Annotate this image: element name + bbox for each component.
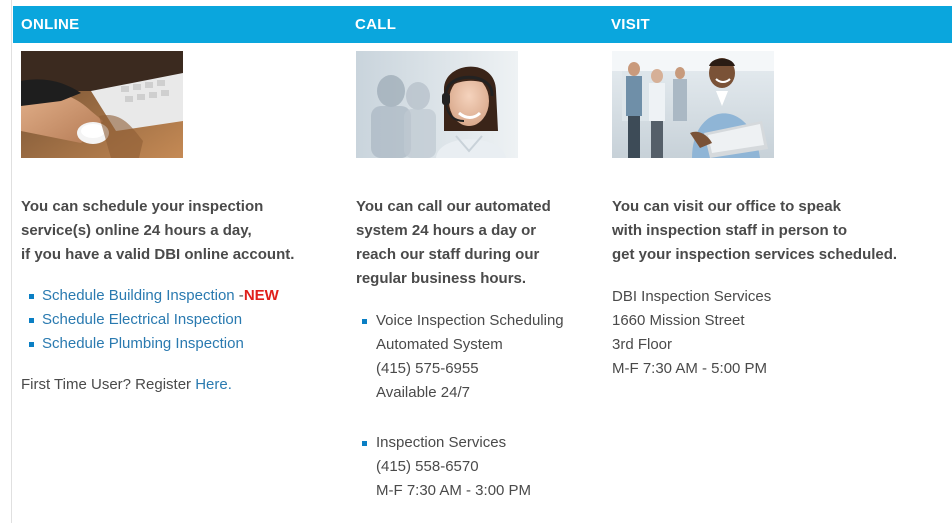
register-here-link[interactable]: Here. — [195, 376, 232, 393]
ivr-title: Voice Inspection Scheduling — [376, 312, 564, 329]
online-intro: You can schedule your inspection service… — [21, 195, 331, 267]
schedule-electrical-inspection-link[interactable]: Schedule Electrical Inspection — [42, 311, 242, 328]
online-intro-line-1: You can schedule your inspection — [21, 198, 264, 215]
call-intro-line-3: reach our staff during our — [356, 246, 540, 263]
ivr-phone: (415) 575-6955 — [376, 360, 479, 377]
ivr-system: Automated System — [376, 336, 503, 353]
schedule-plumbing-inspection-link[interactable]: Schedule Plumbing Inspection — [42, 335, 244, 352]
online-photo — [21, 51, 183, 158]
call-photo — [356, 51, 518, 158]
call-intro-line-2: system 24 hours a day or — [356, 222, 537, 239]
staff-phone: (415) 558-6570 — [376, 458, 479, 475]
visit-intro-line-2: with inspection staff in person to — [612, 222, 848, 239]
staff-block: Inspection Services (415) 558-6570 M-F 7… — [362, 431, 596, 503]
bullet-square-icon — [362, 441, 367, 446]
online-intro-line-2: service(s) online 24 hours a day, — [21, 222, 252, 239]
online-links-list: Schedule Building Inspection -NEW Schedu… — [22, 284, 332, 356]
office-floor: 3rd Floor — [612, 336, 673, 353]
visit-intro-line-1: You can visit our office to speak — [612, 198, 841, 215]
office-name: DBI Inspection Services — [612, 288, 772, 305]
list-item: Schedule Building Inspection -NEW — [22, 284, 332, 308]
call-intro: You can call our automated system 24 hou… — [356, 195, 596, 291]
inspector-with-laptop-icon — [612, 51, 774, 158]
schedule-building-inspection-link[interactable]: Schedule Building Inspection — [42, 287, 235, 304]
visit-intro: You can visit our office to speak with i… — [612, 195, 947, 267]
staff-hours: M-F 7:30 AM - 3:00 PM — [376, 482, 532, 499]
bullet-square-icon — [29, 318, 34, 323]
new-dash: - — [234, 287, 244, 304]
call-intro-line-4: regular business hours. — [356, 270, 527, 287]
methods-header-bar: ONLINE CALL VISIT — [13, 6, 952, 43]
online-heading: ONLINE — [21, 16, 80, 33]
left-border — [11, 0, 12, 523]
call-center-agent-icon — [356, 51, 518, 158]
office-hours: M-F 7:30 AM - 5:00 PM — [612, 360, 768, 377]
list-item: Schedule Electrical Inspection — [22, 308, 332, 332]
online-intro-line-3: if you have a valid DBI online account. — [21, 246, 295, 263]
staff-title: Inspection Services — [376, 434, 507, 451]
visit-heading: VISIT — [611, 16, 651, 33]
visit-photo — [612, 51, 774, 158]
bullet-square-icon — [29, 294, 34, 299]
ivr-block: Voice Inspection Scheduling Automated Sy… — [362, 309, 596, 405]
office-address: DBI Inspection Services 1660 Mission Str… — [612, 285, 912, 381]
hand-on-mouse-icon — [21, 51, 183, 158]
list-item: Schedule Plumbing Inspection — [22, 332, 332, 356]
bullet-square-icon — [29, 342, 34, 347]
register-prefix: First Time User? Register — [21, 376, 196, 393]
ivr-availability: Available 24/7 — [376, 384, 470, 401]
bullet-square-icon — [362, 319, 367, 324]
call-intro-line-1: You can call our automated — [356, 198, 551, 215]
office-street: 1660 Mission Street — [612, 312, 745, 329]
call-heading: CALL — [355, 16, 397, 33]
register-line: First Time User? Register Here. — [21, 373, 331, 397]
visit-intro-line-3: get your inspection services scheduled. — [612, 246, 898, 263]
new-badge: NEW — [243, 287, 279, 304]
